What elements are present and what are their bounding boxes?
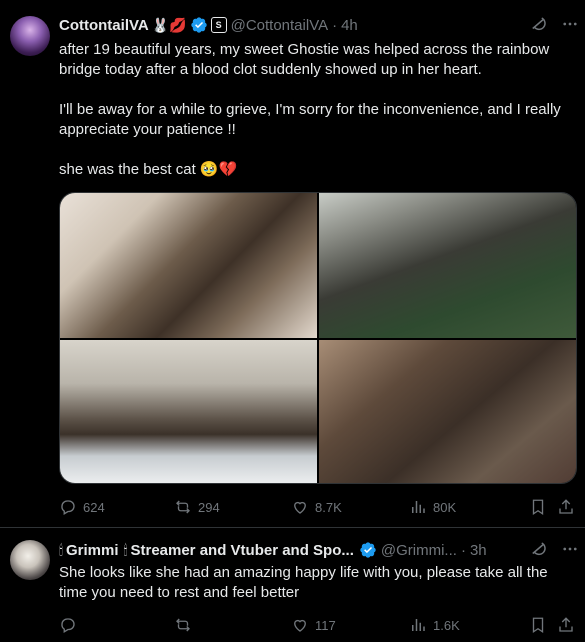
candle-emoji: 🕯: [123, 542, 128, 558]
verified-icon: [359, 541, 377, 559]
repost-count: 294: [198, 499, 220, 515]
cat-photo[interactable]: [319, 340, 576, 483]
share-icon: [559, 499, 573, 514]
verified-icon: [190, 16, 208, 34]
action-bar: 624 294 8.7K 80K: [59, 497, 579, 517]
like-icon: [294, 619, 306, 632]
views-icon: [412, 619, 425, 631]
post-paragraph: I'll be away for a while to grieve, I'm …: [59, 101, 561, 138]
avatar[interactable]: [10, 540, 50, 580]
action-bar: 117 1.6K: [59, 615, 579, 635]
grok-icon[interactable]: [529, 15, 547, 33]
more-icon[interactable]: [561, 540, 579, 558]
media-grid: [59, 192, 577, 484]
display-name[interactable]: Grimmi: [66, 542, 119, 559]
separator: ·: [332, 16, 338, 34]
handle[interactable]: @Grimmi...: [381, 542, 457, 559]
reply-count: 624: [83, 499, 105, 515]
reply-button[interactable]: [59, 615, 83, 635]
like-button[interactable]: 117: [291, 615, 336, 635]
views-icon: [412, 501, 425, 513]
separator: ·: [460, 541, 466, 559]
reply-icon: [61, 500, 75, 515]
cat-photo[interactable]: [60, 193, 317, 338]
share-button[interactable]: [557, 497, 575, 517]
bookmark-icon: [532, 617, 544, 634]
post-text: She looks like she had an amazing happy …: [59, 564, 548, 601]
reply-button[interactable]: 624: [59, 497, 105, 517]
post-header: CottontailVA 🐰💋 S @CottontailVA · 4h: [59, 15, 579, 35]
share-button[interactable]: [557, 615, 575, 635]
like-count: 8.7K: [315, 499, 342, 515]
post-text: after 19 beautiful years, my sweet Ghost…: [59, 40, 574, 200]
timestamp[interactable]: 3h: [470, 542, 487, 559]
repost-icon: [176, 500, 190, 514]
repost-button[interactable]: [174, 615, 198, 635]
cat-photo[interactable]: [60, 340, 317, 483]
more-icon[interactable]: [561, 15, 579, 33]
views-button[interactable]: 80K: [409, 497, 456, 517]
repost-button[interactable]: 294: [174, 497, 220, 517]
avatar[interactable]: [10, 16, 50, 56]
candle-emoji: 🕯: [59, 542, 63, 558]
handle[interactable]: @CottontailVA: [231, 17, 329, 34]
like-count: 117: [315, 617, 336, 633]
bookmark-button[interactable]: [529, 497, 547, 517]
like-button[interactable]: 8.7K: [291, 497, 342, 517]
display-name-suffix[interactable]: Streamer and Vtuber and Spo...: [130, 542, 353, 559]
post-paragraph: after 19 beautiful years, my sweet Ghost…: [59, 41, 550, 78]
cat-photo[interactable]: [319, 193, 576, 338]
views-button[interactable]: 1.6K: [409, 615, 460, 635]
share-icon: [559, 617, 573, 632]
post-paragraph: she was the best cat 🥹💔: [59, 161, 238, 178]
views-count: 1.6K: [433, 617, 460, 633]
post-cottontail[interactable]: CottontailVA 🐰💋 S @CottontailVA · 4h aft…: [0, 0, 585, 527]
grok-icon[interactable]: [529, 540, 547, 558]
like-icon: [294, 501, 306, 514]
timestamp[interactable]: 4h: [341, 17, 358, 34]
bookmark-icon: [532, 499, 544, 516]
name-emojis: 🐰💋: [151, 17, 187, 33]
views-count: 80K: [433, 499, 457, 515]
reply-icon: [61, 618, 75, 633]
repost-icon: [176, 618, 190, 632]
affiliate-badge-icon: S: [210, 17, 227, 33]
display-name[interactable]: CottontailVA: [59, 17, 149, 34]
post-header: 🕯 Grimmi 🕯 Streamer and Vtuber and Spo..…: [59, 540, 579, 560]
post-grimmi[interactable]: 🕯 Grimmi 🕯 Streamer and Vtuber and Spo..…: [0, 528, 585, 642]
bookmark-button[interactable]: [529, 615, 547, 635]
